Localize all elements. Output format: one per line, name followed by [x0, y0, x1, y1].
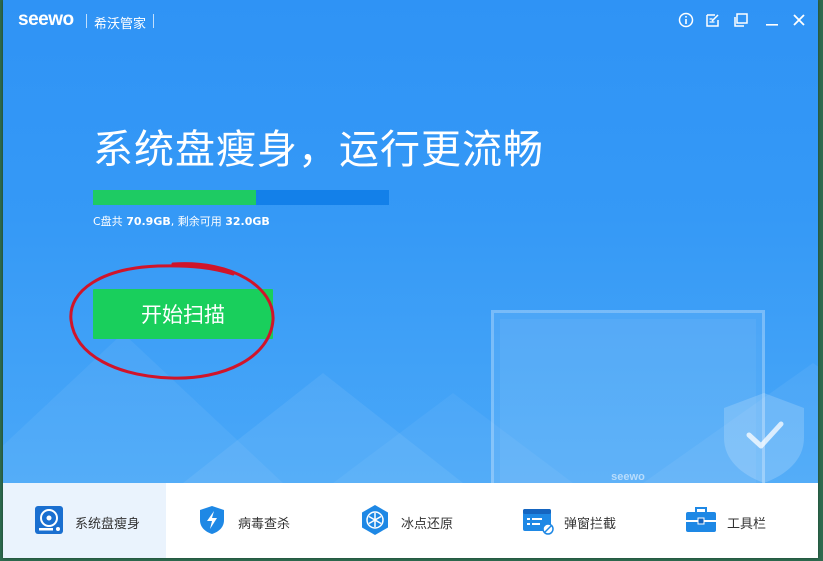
feedback-icon[interactable]	[704, 11, 722, 29]
tab-label: 工具栏	[727, 517, 767, 532]
close-icon[interactable]	[790, 11, 808, 29]
title-bar: seewo 希沃管家	[3, 0, 818, 40]
tab-label: 冰点还原	[401, 517, 454, 532]
app-window: seewo 希沃管家 系统盘瘦身，运行更流畅 C盘共 70.9GB, 剩余可用 …	[3, 0, 818, 558]
hero-panel: seewo 希沃管家 系统盘瘦身，运行更流畅 C盘共 70.9GB, 剩余可用 …	[3, 0, 818, 483]
toolbox-icon	[686, 507, 716, 532]
tab-label: 系统盘瘦身	[75, 517, 141, 532]
pin-icon[interactable]	[732, 11, 750, 29]
disk-info-prefix: C盘共	[93, 215, 127, 228]
tab-virus-scan[interactable]: 病毒查杀	[166, 483, 329, 558]
hero-headline: 系统盘瘦身，运行更流畅	[93, 127, 544, 173]
disk-info: C盘共 70.9GB, 剩余可用 32.0GB	[93, 213, 270, 229]
disk-usage-fill	[93, 190, 256, 205]
minimize-icon[interactable]	[763, 11, 781, 29]
disk-info-mid: , 剩余可用	[170, 215, 226, 228]
tab-popup-block[interactable]: 弹窗拦截	[492, 483, 655, 558]
brand-logo: seewo	[18, 9, 74, 30]
info-icon[interactable]	[677, 11, 695, 29]
snowflake-restore-icon	[362, 505, 388, 535]
disk-usage-bar	[93, 190, 389, 205]
monitor-screen	[500, 319, 756, 483]
title-divider	[153, 14, 154, 28]
disk-free: 32.0GB	[225, 215, 270, 228]
tab-label: 病毒查杀	[238, 517, 291, 532]
app-title: 希沃管家	[94, 17, 147, 32]
tab-label: 弹窗拦截	[564, 517, 617, 532]
popup-block-icon	[523, 509, 554, 535]
tab-disk-cleanup[interactable]: 系统盘瘦身	[3, 483, 166, 558]
bottom-tab-bar: 系统盘瘦身 病毒查杀 冰点还原 弹窗拦截 工具栏	[3, 483, 818, 558]
title-divider	[86, 14, 87, 28]
annotation-circle	[69, 262, 275, 380]
tab-freeze-restore[interactable]: 冰点还原	[329, 483, 492, 558]
tab-toolbar[interactable]: 工具栏	[655, 483, 818, 558]
virus-shield-icon	[200, 506, 224, 534]
disk-total: 70.9GB	[126, 215, 171, 228]
shield-check-icon	[724, 393, 804, 483]
disk-cleanup-icon	[35, 506, 63, 534]
